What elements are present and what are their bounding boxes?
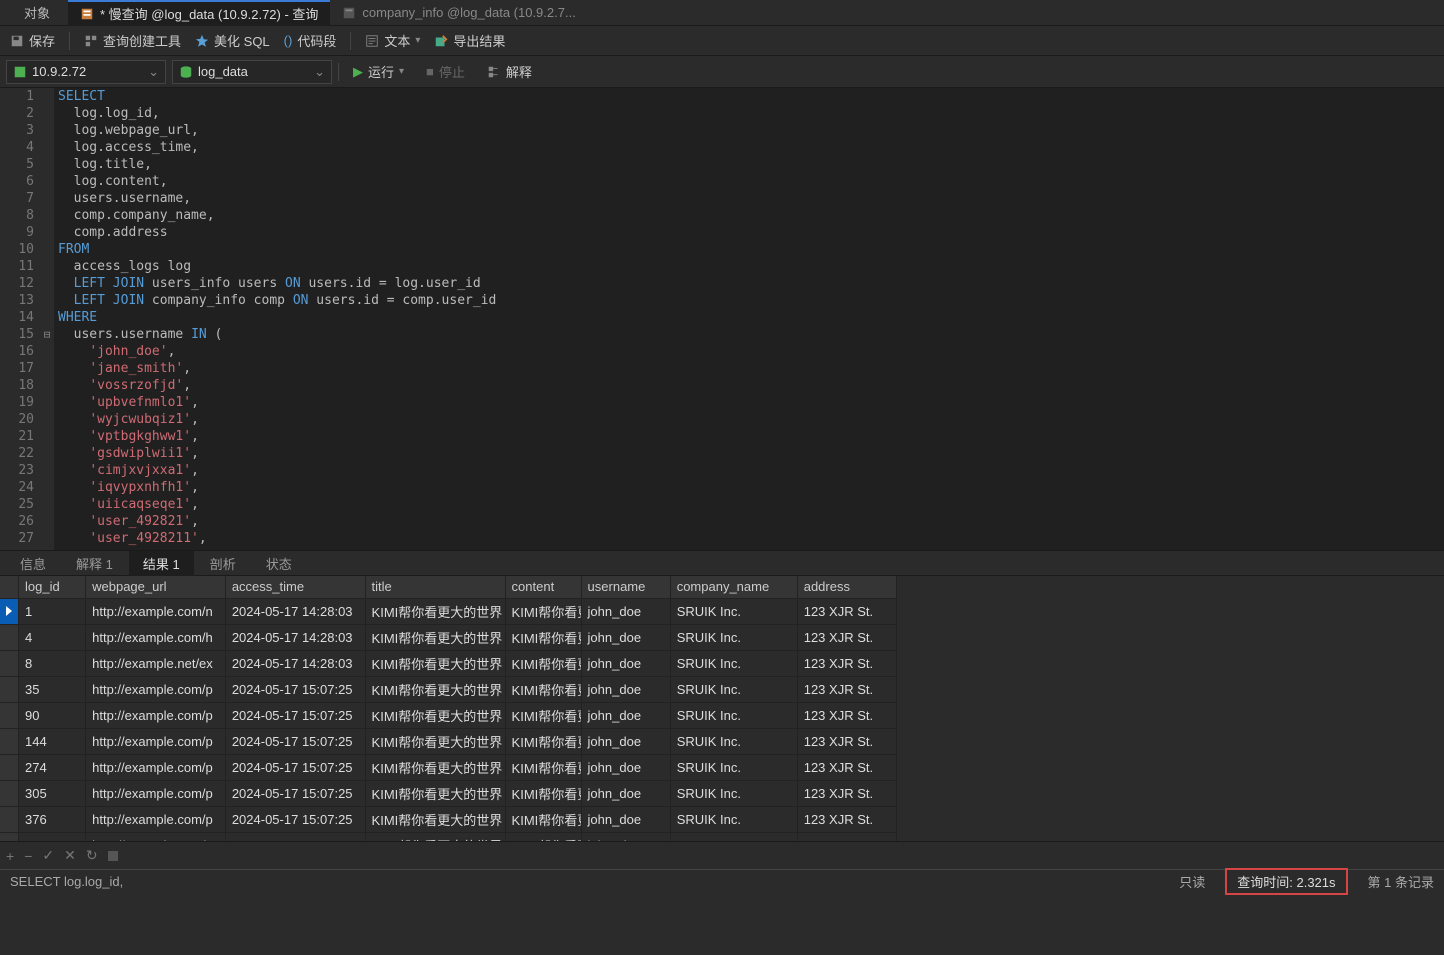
column-header[interactable]: username: [581, 576, 670, 598]
export-icon: [434, 34, 448, 48]
beautify-sql-button[interactable]: 美化 SQL: [195, 31, 270, 50]
run-button[interactable]: ▶ 运行 ▾: [345, 62, 412, 81]
server-icon: [13, 65, 27, 79]
apply-button[interactable]: ✓: [42, 847, 54, 864]
cancel-button[interactable]: ✕: [64, 847, 76, 864]
add-row-button[interactable]: +: [6, 848, 14, 864]
query-icon: [80, 7, 94, 21]
chevron-down-icon: ▾: [415, 35, 420, 46]
delete-row-button[interactable]: −: [24, 848, 32, 864]
play-icon: ▶: [353, 64, 363, 80]
table-row[interactable]: 376http://example.com/p2024-05-17 15:07:…: [0, 806, 897, 832]
tab-label: * 慢查询 @log_data (10.9.2.72) - 查询: [100, 4, 318, 23]
tab-explain[interactable]: 解释 1: [62, 551, 127, 576]
query-time: 查询时间: 2.321s: [1225, 868, 1347, 895]
tab-result[interactable]: 结果 1: [129, 551, 194, 576]
tab-label: company_info @log_data (10.9.2.7...: [362, 5, 575, 20]
table-row[interactable]: 610http://example.com/p2024-05-17 15:07:…: [0, 832, 897, 841]
table-row[interactable]: 35http://example.com/p2024-05-17 15:07:2…: [0, 676, 897, 702]
query-builder-button[interactable]: 查询创建工具: [84, 31, 181, 50]
fold-gutter[interactable]: ⊟: [40, 88, 54, 550]
column-header[interactable]: log_id: [19, 576, 86, 598]
table-row[interactable]: 90http://example.com/p2024-05-17 15:07:2…: [0, 702, 897, 728]
column-header[interactable]: content: [505, 576, 581, 598]
main-toolbar: 保存 查询创建工具 美化 SQL () 代码段 文本 ▾ 导出结果: [0, 26, 1444, 56]
status-bar: SELECT log.log_id, 只读 查询时间: 2.321s 第 1 条…: [0, 869, 1444, 893]
table-row[interactable]: 274http://example.com/p2024-05-17 15:07:…: [0, 754, 897, 780]
explain-button[interactable]: 解释: [479, 62, 540, 81]
tab-status[interactable]: 状态: [252, 551, 306, 576]
stop-button: ■ 停止: [418, 62, 473, 81]
column-header[interactable]: webpage_url: [86, 576, 226, 598]
record-position: 第 1 条记录: [1368, 872, 1434, 891]
readonly-label: 只读: [1179, 872, 1205, 891]
refresh-button[interactable]: ↻: [86, 847, 98, 864]
sql-editor[interactable]: 1234567891011121314151617181920212223242…: [0, 88, 1444, 550]
column-header[interactable]: company_name: [670, 576, 797, 598]
snippet-button[interactable]: () 代码段: [284, 31, 337, 50]
tab-slow-query[interactable]: * 慢查询 @log_data (10.9.2.72) - 查询: [68, 0, 330, 26]
column-header[interactable]: address: [797, 576, 896, 598]
column-header[interactable]: access_time: [225, 576, 365, 598]
text-button[interactable]: 文本 ▾: [365, 31, 420, 50]
save-icon: [10, 34, 24, 48]
database-combo[interactable]: log_data ⌄: [172, 60, 332, 84]
chevron-down-icon: ⌄: [148, 64, 159, 80]
builder-icon: [84, 34, 98, 48]
grid-toolbar: + − ✓ ✕ ↻: [0, 841, 1444, 869]
tab-company-info[interactable]: company_info @log_data (10.9.2.7...: [330, 0, 587, 26]
export-button[interactable]: 导出结果: [434, 31, 505, 50]
chevron-down-icon: ⌄: [314, 64, 325, 80]
text-icon: [365, 34, 379, 48]
table-icon: [342, 6, 356, 20]
server-combo[interactable]: 10.9.2.72 ⌄: [6, 60, 166, 84]
tab-profile[interactable]: 剖析: [196, 551, 250, 576]
line-gutter: 1234567891011121314151617181920212223242…: [0, 88, 40, 550]
connection-toolbar: 10.9.2.72 ⌄ log_data ⌄ ▶ 运行 ▾ ■ 停止 解释: [0, 56, 1444, 88]
result-grid[interactable]: log_idwebpage_urlaccess_timetitlecontent…: [0, 576, 1444, 841]
table-row[interactable]: 305http://example.com/p2024-05-17 15:07:…: [0, 780, 897, 806]
table-row[interactable]: 1http://example.com/n2024-05-17 14:28:03…: [0, 598, 897, 624]
table-row[interactable]: 4http://example.com/h2024-05-17 14:28:03…: [0, 624, 897, 650]
beautify-icon: [195, 34, 209, 48]
chevron-down-icon: ▾: [399, 66, 404, 77]
stop-icon: ■: [426, 64, 434, 79]
snippet-icon: (): [284, 33, 293, 48]
document-tabs: 对象 * 慢查询 @log_data (10.9.2.72) - 查询 comp…: [0, 0, 1444, 26]
status-sql: SELECT log.log_id,: [10, 874, 123, 889]
objects-tab[interactable]: 对象: [0, 3, 68, 22]
tab-info[interactable]: 信息: [6, 551, 60, 576]
table-row[interactable]: 8http://example.net/ex2024-05-17 14:28:0…: [0, 650, 897, 676]
database-icon: [179, 65, 193, 79]
save-button[interactable]: 保存: [10, 31, 55, 50]
column-header[interactable]: title: [365, 576, 505, 598]
table-row[interactable]: 144http://example.com/p2024-05-17 15:07:…: [0, 728, 897, 754]
code-area[interactable]: SELECT log.log_id, log.webpage_url, log.…: [54, 88, 1444, 550]
explain-icon: [487, 65, 501, 79]
stop-load-button[interactable]: [108, 851, 118, 861]
result-tabs: 信息 解释 1 结果 1 剖析 状态: [0, 550, 1444, 576]
